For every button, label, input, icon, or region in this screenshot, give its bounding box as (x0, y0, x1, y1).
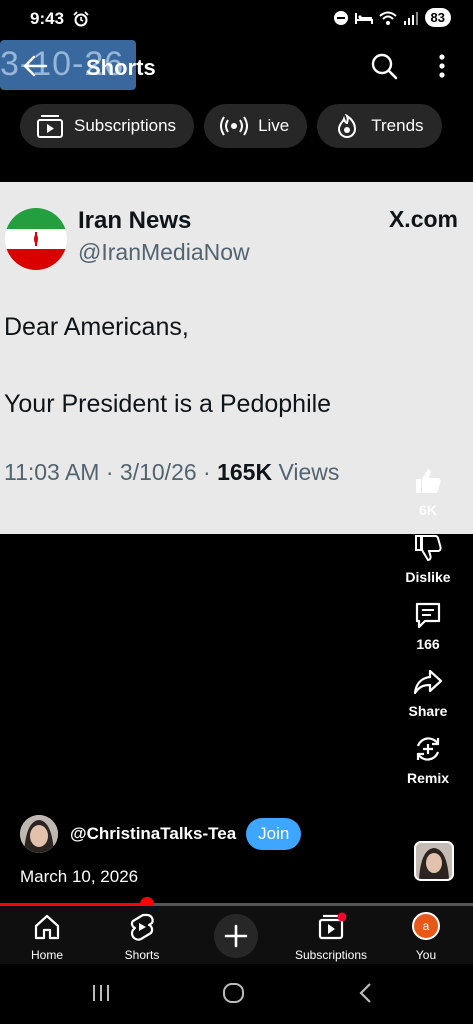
channel-avatar[interactable] (20, 815, 58, 853)
status-time: 9:43 (30, 9, 65, 28)
comments-button[interactable]: 166 (413, 600, 443, 652)
tweet-text-line-2: Your President is a Pedophile (4, 390, 332, 418)
back-arrow-icon[interactable] (22, 53, 48, 79)
post-date: March 10, 2026 (20, 867, 139, 886)
status-bar: 9:43 83 (0, 0, 473, 38)
nav-home-label: Home (30, 948, 63, 962)
bed-icon (354, 12, 373, 24)
channel-info: @ChristinaTalks-Tea Join (20, 815, 302, 853)
home-system-icon[interactable] (222, 982, 246, 1004)
chip-label: Trends (371, 116, 424, 135)
tweet-time-date: 11:03 AM · 3/10/26 · (4, 459, 218, 485)
like-count: 6K (419, 502, 437, 518)
battery-indicator: 83 (424, 8, 451, 27)
remix-button[interactable]: Remix (407, 734, 449, 786)
subscriptions-icon (318, 912, 346, 940)
comment-count: 166 (416, 636, 440, 652)
trends-icon (338, 114, 357, 138)
chip-trends[interactable]: Trends (317, 104, 442, 148)
live-icon (220, 116, 249, 136)
chip-label: Live (258, 116, 290, 135)
back-system-icon[interactable] (356, 982, 376, 1004)
remix-label: Remix (406, 770, 450, 786)
share-icon (413, 669, 443, 695)
sound-remix-thumbnail[interactable] (414, 841, 454, 881)
sound-thumbnail-image (416, 843, 452, 879)
channel-name[interactable]: @ChristinaTalks-Tea (70, 824, 236, 844)
more-options-icon[interactable] (432, 52, 452, 80)
nav-shorts[interactable]: Shorts (97, 912, 187, 962)
plus-icon (224, 924, 248, 948)
wifi-icon (378, 11, 397, 25)
dislike-label: Dislike (405, 569, 451, 585)
x-logo: X.com (388, 206, 458, 232)
tweet-views-count: 165K (217, 459, 273, 485)
tweet-views-label: Views (272, 459, 340, 485)
status-icons: 83 (333, 8, 451, 27)
do-not-disturb-icon (333, 10, 348, 25)
chip-live[interactable]: Live (204, 104, 308, 148)
like-button[interactable]: 6K (413, 466, 443, 518)
nav-you-label: You (415, 948, 437, 962)
recent-apps-icon[interactable] (90, 982, 112, 1004)
nav-you[interactable]: a You (381, 912, 471, 962)
tweet-meta: 11:03 AM · 3/10/26 · 165K Views (4, 459, 339, 486)
feed-filter-chips: Subscriptions Live Trends (20, 104, 442, 148)
home-icon (34, 914, 60, 940)
comment-icon (415, 602, 441, 629)
alarm-icon (73, 11, 89, 27)
search-icon[interactable] (370, 52, 398, 80)
you-avatar: a (412, 912, 440, 940)
iran-flag-icon (5, 208, 67, 270)
tweet-author-handle: @IranMediaNow (78, 239, 250, 265)
top-app-bar: 3-10-26 Shorts (0, 40, 473, 92)
channel-avatar-image (20, 815, 58, 853)
dislike-button[interactable]: Dislike (405, 533, 451, 585)
join-button[interactable]: Join (246, 818, 302, 850)
shorts-action-rail: 6K Dislike 166 Share Remix (395, 466, 461, 801)
create-button[interactable] (214, 914, 258, 958)
thumbs-down-icon (414, 535, 442, 562)
chip-subscriptions[interactable]: Subscriptions (20, 104, 195, 148)
nav-shorts-label: Shorts (124, 948, 160, 962)
thumbs-up-icon (416, 469, 441, 493)
share-button[interactable]: Share (408, 667, 448, 719)
system-navigation-bar (0, 964, 473, 1024)
share-label: Share (408, 703, 448, 719)
chip-label: Subscriptions (74, 116, 177, 135)
remix-icon (416, 737, 440, 761)
nav-subscriptions[interactable]: Subscriptions (286, 912, 376, 962)
nav-home[interactable]: Home (2, 912, 92, 962)
subscriptions-icon (37, 115, 63, 138)
bottom-navigation: Home Shorts Subscriptions a You (0, 906, 473, 964)
signal-icon (403, 11, 418, 25)
iran-flag-avatar (5, 208, 67, 270)
page-title: Shorts (86, 55, 156, 80)
nav-subscriptions-label: Subscriptions (294, 948, 368, 962)
tweet-text-line-1: Dear Americans, (4, 313, 189, 341)
tweet-author-name: Iran News (78, 207, 192, 234)
shorts-icon (130, 913, 154, 941)
